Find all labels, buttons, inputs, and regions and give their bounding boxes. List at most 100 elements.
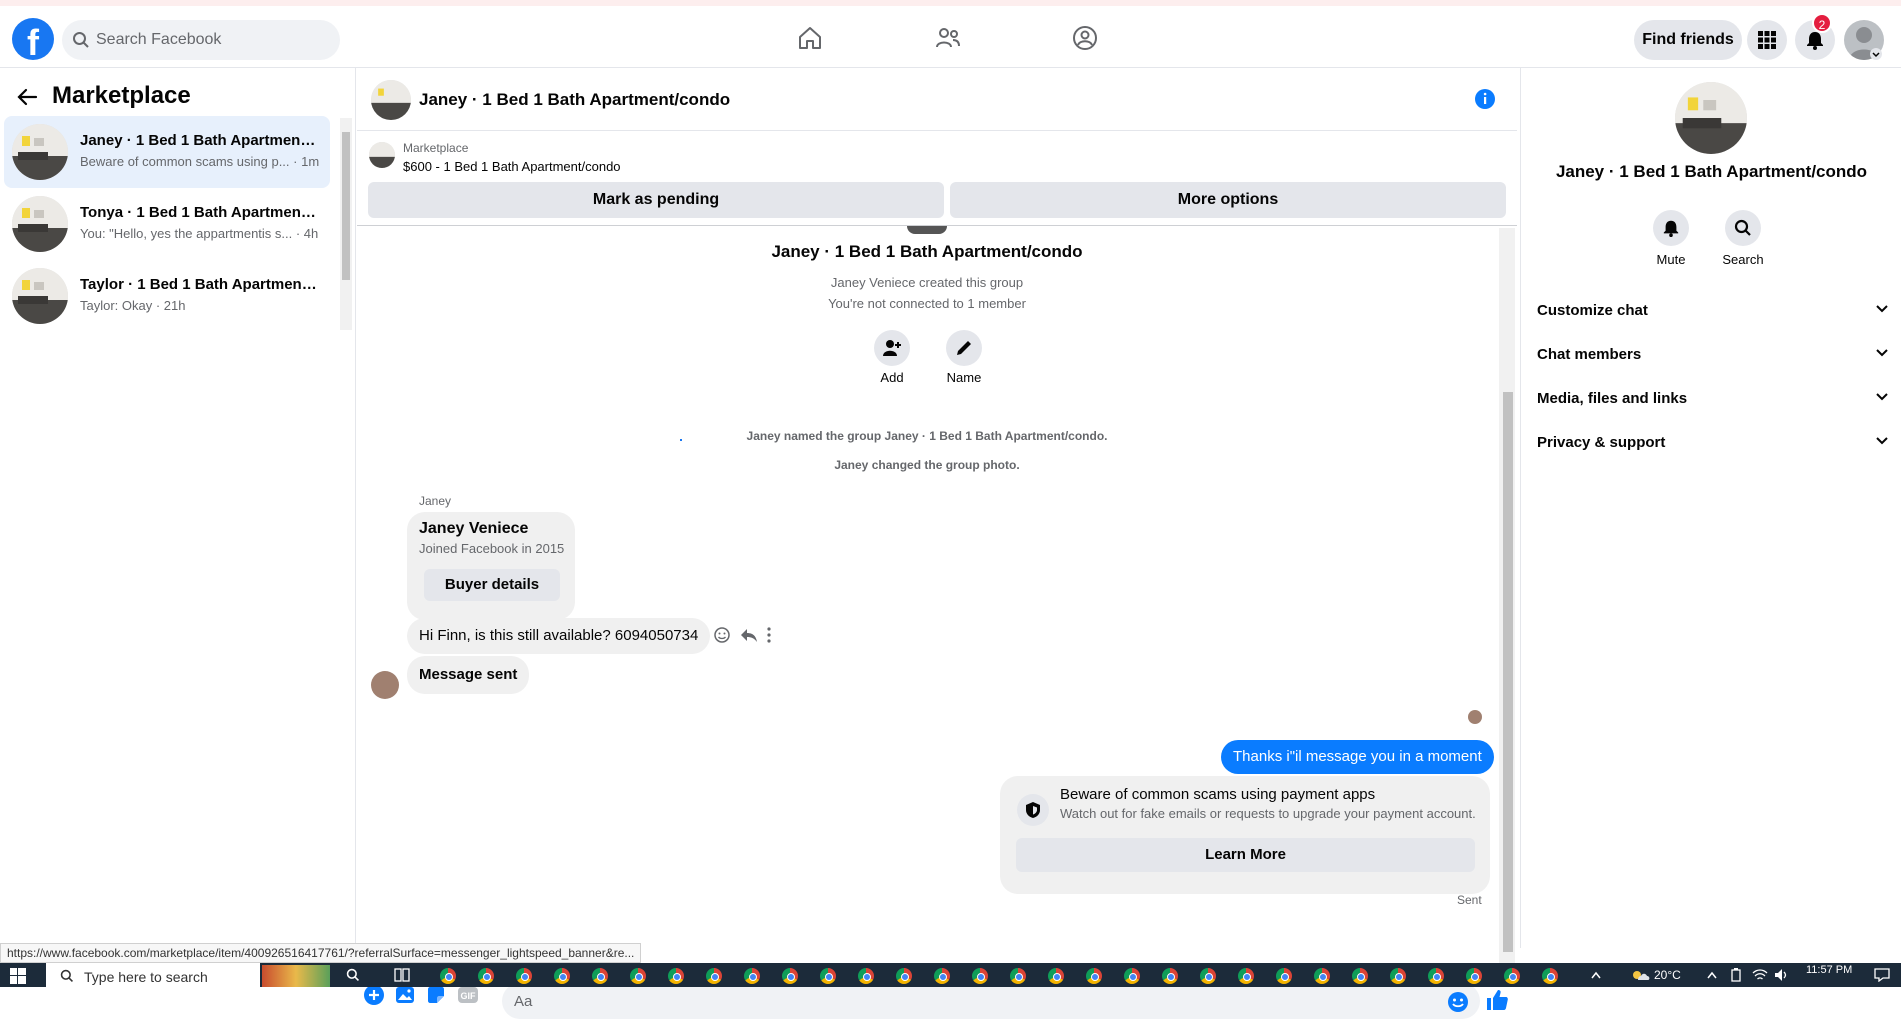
clock-time[interactable]: 11:57 PM — [1806, 964, 1852, 976]
back-arrow-icon[interactable] — [16, 86, 38, 108]
windows-start-icon[interactable] — [10, 968, 26, 984]
sender-avatar[interactable] — [371, 671, 399, 699]
sticker-icon[interactable] — [426, 985, 446, 1005]
buyer-details-button[interactable]: Buyer details — [424, 569, 560, 601]
name-label: Name — [946, 370, 982, 385]
chevron-up-icon[interactable] — [1706, 970, 1718, 980]
chrome-taskbar-icon[interactable] — [1466, 968, 1482, 984]
chat-members-section[interactable]: Chat members — [1537, 336, 1889, 372]
listing-price-title[interactable]: $600 - 1 Bed 1 Bath Apartment/condo — [403, 159, 621, 174]
search-icon — [73, 32, 89, 48]
chat-scrollbar[interactable] — [1499, 228, 1515, 968]
chrome-taskbar-icon[interactable] — [1542, 968, 1558, 984]
facebook-logo[interactable]: f — [12, 18, 54, 63]
emoji-icon[interactable] — [1447, 991, 1469, 1013]
chrome-taskbar-icon[interactable] — [478, 968, 494, 984]
reply-icon[interactable] — [740, 626, 758, 644]
section-label: Media, files and links — [1537, 390, 1688, 407]
group-photo[interactable] — [1675, 82, 1747, 154]
message-input[interactable]: Aa — [502, 983, 1480, 1019]
chrome-taskbar-icon[interactable] — [1352, 968, 1368, 984]
chrome-taskbar-icon[interactable] — [896, 968, 912, 984]
name-group-button[interactable] — [946, 330, 982, 366]
battery-icon[interactable] — [1730, 968, 1742, 982]
groups-icon[interactable] — [1071, 24, 1099, 52]
chrome-taskbar-icon[interactable] — [1048, 968, 1064, 984]
chevron-down-icon[interactable] — [1870, 48, 1882, 60]
plus-circle-icon[interactable] — [363, 984, 385, 1006]
gif-icon[interactable]: GIF — [457, 985, 479, 1005]
chrome-taskbar-icon[interactable] — [820, 968, 836, 984]
chrome-taskbar-icon[interactable] — [1504, 968, 1520, 984]
scrollbar-thumb[interactable] — [1503, 392, 1513, 952]
chrome-taskbar-icon[interactable] — [706, 968, 722, 984]
more-options-button[interactable]: More options — [950, 182, 1506, 218]
chrome-taskbar-icon[interactable] — [630, 968, 646, 984]
chrome-taskbar-icon[interactable] — [1010, 968, 1026, 984]
message-input-placeholder: Aa — [514, 993, 533, 1010]
notification-center-icon[interactable] — [1874, 968, 1890, 982]
conversation-item[interactable]: Tonya · 1 Bed 1 Bath Apartment/... You: … — [4, 188, 330, 260]
taskbar-widget[interactable] — [262, 965, 330, 987]
chrome-taskbar-icon[interactable] — [858, 968, 874, 984]
not-connected-text: You're not connected to 1 member — [828, 296, 1026, 311]
chevron-up-icon[interactable] — [1590, 970, 1602, 980]
chrome-taskbar-icon[interactable] — [516, 968, 532, 984]
menu-button[interactable] — [1747, 20, 1787, 60]
wifi-icon[interactable] — [1752, 968, 1768, 982]
chrome-taskbar-icon[interactable] — [1162, 968, 1178, 984]
chrome-taskbar-icon[interactable] — [972, 968, 988, 984]
mute-button[interactable] — [1653, 210, 1689, 246]
chrome-taskbar-icon[interactable] — [1276, 968, 1292, 984]
chrome-taskbar-icon[interactable] — [1200, 968, 1216, 984]
notification-badge: 2 — [1812, 13, 1832, 33]
task-view-icon[interactable] — [394, 968, 410, 982]
conversation-name: Taylor · 1 Bed 1 Bath Apartment/... — [80, 276, 320, 293]
chrome-taskbar-icon[interactable] — [668, 968, 684, 984]
home-icon[interactable] — [796, 24, 824, 52]
chrome-taskbar-icon[interactable] — [554, 968, 570, 984]
volume-icon[interactable] — [1774, 968, 1790, 982]
chrome-taskbar-icon[interactable] — [1390, 968, 1406, 984]
chat-title[interactable]: Janey · 1 Bed 1 Bath Apartment/condo — [419, 90, 730, 110]
react-icon[interactable] — [713, 626, 731, 644]
conversation-list-scrollbar[interactable] — [340, 118, 352, 330]
friends-icon[interactable] — [934, 24, 962, 52]
more-vertical-icon[interactable] — [766, 626, 772, 644]
warning-subtitle: Watch out for fake emails or requests to… — [1060, 806, 1476, 821]
find-friends-button[interactable]: Find friends — [1634, 20, 1742, 60]
chrome-taskbar-icon[interactable] — [934, 968, 950, 984]
info-icon[interactable] — [1474, 88, 1496, 110]
privacy-support-section[interactable]: Privacy & support — [1537, 424, 1889, 460]
scrollbar-thumb[interactable] — [342, 132, 350, 280]
chrome-taskbar-icon[interactable] — [1238, 968, 1254, 984]
outgoing-message[interactable]: Thanks i"il message you in a moment — [1221, 740, 1494, 774]
buyer-joined: Joined Facebook in 2015 — [419, 541, 565, 556]
media-files-links-section[interactable]: Media, files and links — [1537, 380, 1889, 416]
chrome-taskbar-icon[interactable] — [440, 968, 456, 984]
learn-more-button[interactable]: Learn More — [1016, 838, 1475, 872]
chrome-taskbar-icon[interactable] — [1428, 968, 1444, 984]
conversation-item[interactable]: Janey · 1 Bed 1 Bath Apartment/... Bewar… — [4, 116, 330, 188]
taskbar-search[interactable]: Type here to search — [46, 963, 260, 987]
chrome-taskbar-icon[interactable] — [1124, 968, 1140, 984]
search-icon[interactable] — [346, 968, 360, 982]
chrome-taskbar-icon[interactable] — [1086, 968, 1102, 984]
listing-thumbnail[interactable] — [369, 142, 395, 168]
thumbs-up-icon[interactable] — [1485, 988, 1509, 1012]
customize-chat-section[interactable]: Customize chat — [1537, 292, 1889, 328]
weather-icon[interactable] — [1630, 968, 1650, 982]
chrome-taskbar-icon[interactable] — [744, 968, 760, 984]
add-member-button[interactable] — [874, 330, 910, 366]
temperature[interactable]: 20°C — [1654, 968, 1681, 982]
incoming-message[interactable]: Hi Finn, is this still available? 609405… — [407, 618, 711, 654]
search-in-chat-button[interactable] — [1725, 210, 1761, 246]
conversation-item[interactable]: Taylor · 1 Bed 1 Bath Apartment/... Tayl… — [4, 260, 330, 332]
chrome-taskbar-icon[interactable] — [1314, 968, 1330, 984]
chrome-taskbar-icon[interactable] — [782, 968, 798, 984]
image-icon[interactable] — [395, 985, 415, 1005]
chat-thumbnail[interactable] — [371, 80, 411, 120]
search-input[interactable]: Search Facebook — [62, 20, 340, 60]
mark-as-pending-button[interactable]: Mark as pending — [368, 182, 944, 218]
chrome-taskbar-icon[interactable] — [592, 968, 608, 984]
